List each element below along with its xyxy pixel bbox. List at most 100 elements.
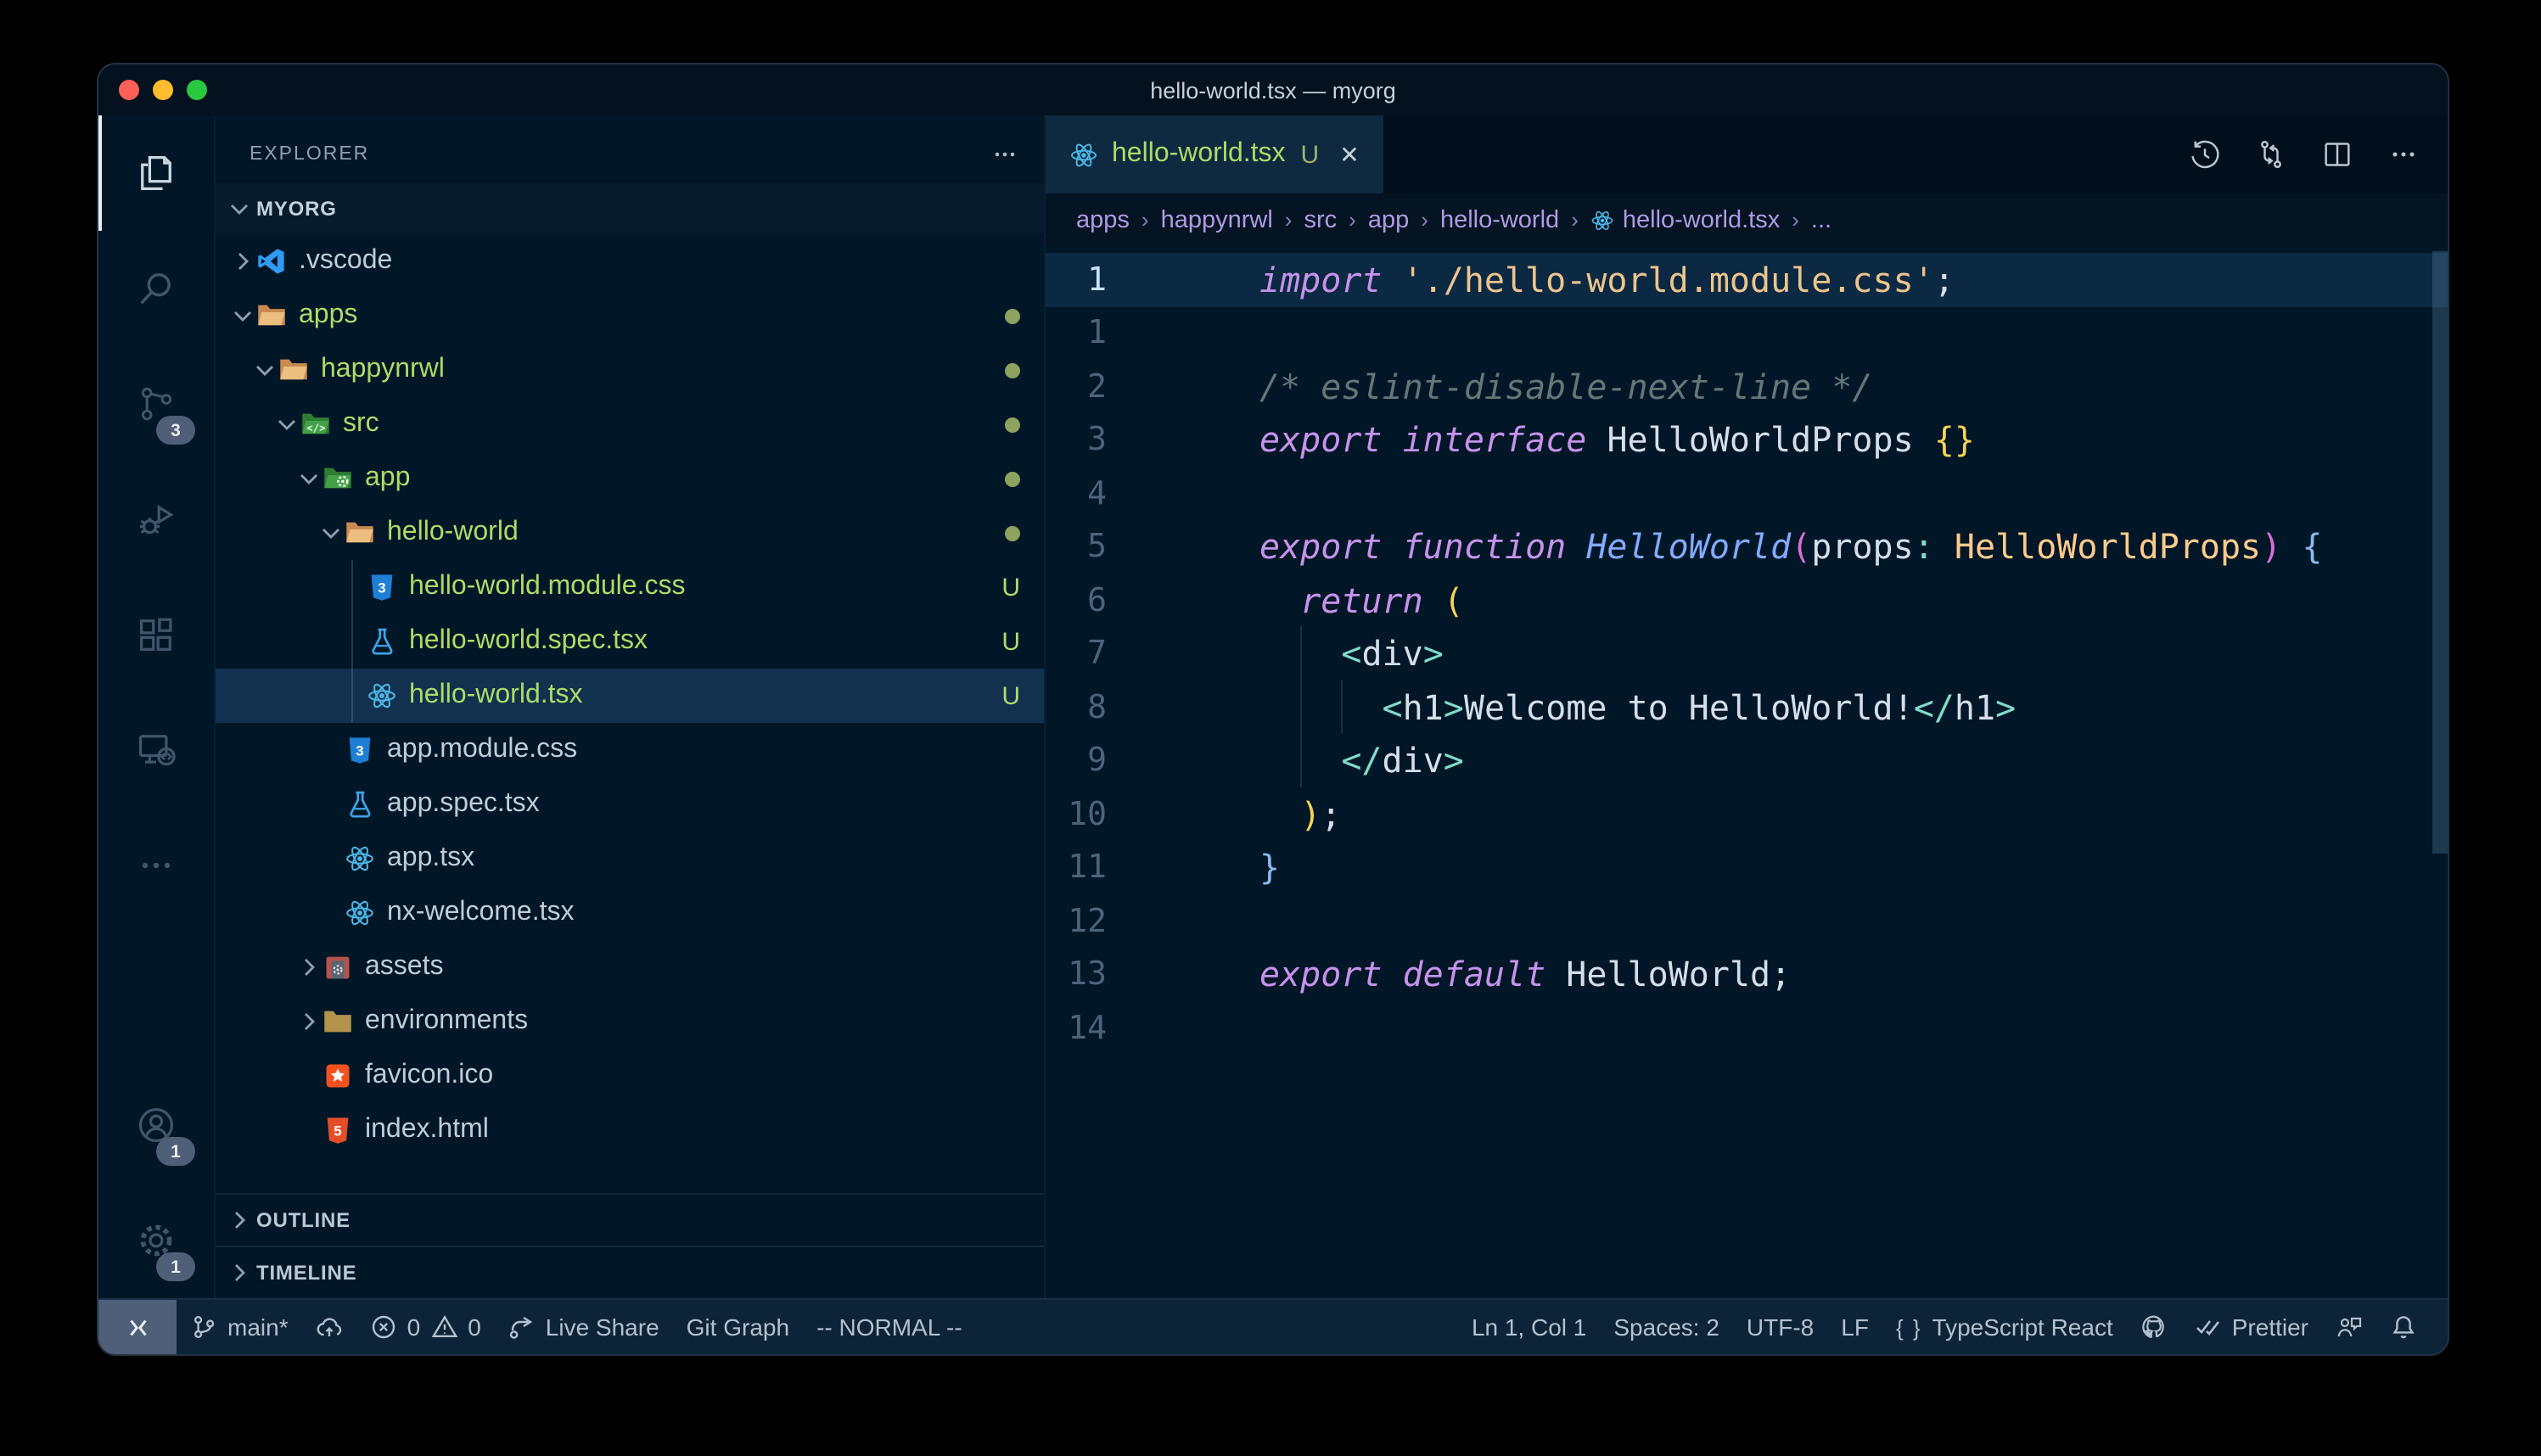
tree-item-label: app.tsx bbox=[387, 843, 474, 874]
status-sync[interactable] bbox=[302, 1300, 356, 1354]
status-copilot[interactable] bbox=[2127, 1300, 2181, 1354]
activity-extensions[interactable] bbox=[98, 577, 214, 692]
status-problems[interactable]: 00 bbox=[356, 1300, 495, 1354]
tree-item-app-spec-tsx[interactable]: app.spec.tsx bbox=[216, 777, 1044, 832]
activity-accounts[interactable]: 1 bbox=[98, 1067, 214, 1183]
explorer-more-actions-icon[interactable] bbox=[990, 139, 1020, 170]
folder-app-icon bbox=[323, 463, 353, 494]
history-icon[interactable] bbox=[2188, 137, 2222, 171]
breadcrumb-item-hello-world[interactable]: hello-world bbox=[1440, 206, 1559, 233]
split-editor-icon[interactable] bbox=[2320, 137, 2354, 171]
activity-source-control[interactable]: 3 bbox=[98, 346, 214, 462]
breadcrumb-item-hello-world-tsx[interactable]: hello-world.tsx bbox=[1590, 206, 1780, 233]
activity-settings[interactable]: 1 bbox=[98, 1183, 214, 1298]
tree-item-index-html[interactable]: 5index.html bbox=[216, 1103, 1044, 1157]
breadcrumb-separator: › bbox=[1141, 207, 1149, 232]
status-indentation[interactable]: Spaces: 2 bbox=[1600, 1300, 1733, 1354]
status-label: 0 bbox=[407, 1313, 421, 1341]
chevron-right-icon bbox=[226, 1207, 253, 1234]
tree-item-app-module-css[interactable]: 3app.module.css bbox=[216, 723, 1044, 777]
breadcrumb-item-happynrwl[interactable]: happynrwl bbox=[1161, 206, 1273, 233]
live-share-icon bbox=[508, 1313, 536, 1341]
status-label: main* bbox=[227, 1313, 289, 1341]
line-number: 5 bbox=[1046, 529, 1120, 566]
explorer-title: EXPLORER bbox=[250, 144, 369, 165]
git-modified-dot bbox=[1005, 525, 1020, 540]
git-modified-dot bbox=[1005, 362, 1020, 378]
activity-search[interactable] bbox=[98, 231, 214, 346]
status-eol[interactable]: LF bbox=[1827, 1300, 1882, 1354]
tree-item-hello-world[interactable]: hello-world bbox=[216, 506, 1044, 560]
css-icon: 3 bbox=[345, 735, 375, 765]
tree-item-app-tsx[interactable]: app.tsx bbox=[216, 832, 1044, 886]
status-language-mode[interactable]: { }TypeScript React bbox=[1882, 1300, 2127, 1354]
tree-item-favicon-ico[interactable]: favicon.ico bbox=[216, 1049, 1044, 1103]
tree-item--vscode[interactable]: .vscode bbox=[216, 234, 1044, 288]
status-notifications[interactable] bbox=[2376, 1300, 2431, 1354]
status-prettier[interactable]: Prettier bbox=[2181, 1300, 2322, 1354]
tree-item-assets[interactable]: assets bbox=[216, 940, 1044, 994]
zoom-window-button[interactable] bbox=[187, 80, 207, 100]
minimize-window-button[interactable] bbox=[153, 80, 173, 100]
tree-item-label: favicon.ico bbox=[365, 1061, 493, 1091]
chevron-down-icon bbox=[273, 411, 300, 438]
editor-scrollbar[interactable] bbox=[2432, 251, 2448, 854]
activity-bar: 3 11 bbox=[98, 115, 216, 1298]
tree-item-nx-welcome-tsx[interactable]: nx-welcome.tsx bbox=[216, 886, 1044, 940]
activity-more-views[interactable] bbox=[98, 808, 214, 923]
close-window-button[interactable] bbox=[119, 80, 139, 100]
activity-run-debug[interactable] bbox=[98, 462, 214, 577]
breadcrumb-label: hello-world.tsx bbox=[1623, 206, 1780, 233]
panel-timeline[interactable]: TIMELINE bbox=[216, 1246, 1044, 1298]
tree-indent-guide bbox=[351, 560, 353, 723]
activity-remote-explorer[interactable] bbox=[98, 692, 214, 808]
git-untracked-badge: U bbox=[1001, 627, 1020, 656]
git-modified-dot bbox=[1005, 308, 1020, 323]
status-remote[interactable] bbox=[98, 1300, 177, 1354]
activity-explorer[interactable] bbox=[98, 115, 214, 231]
tree-item-hello-world-spec-tsx[interactable]: hello-world.spec.tsxU bbox=[216, 614, 1044, 669]
tree-item-src[interactable]: </>src bbox=[216, 397, 1044, 451]
line-number: 1 bbox=[1046, 315, 1120, 352]
breadcrumb-item-apps[interactable]: apps bbox=[1076, 206, 1130, 233]
compare-icon[interactable] bbox=[2254, 137, 2288, 171]
tab-hello-world-tsx[interactable]: hello-world.tsx U ✕ bbox=[1046, 115, 1383, 193]
remote-explorer-icon bbox=[134, 728, 178, 772]
tree-item-app[interactable]: app bbox=[216, 451, 1044, 506]
status-label: 0 bbox=[468, 1313, 481, 1341]
close-tab-icon[interactable]: ✕ bbox=[1339, 143, 1359, 166]
ellipsis-icon[interactable] bbox=[2387, 137, 2420, 171]
breadcrumb-item-app[interactable]: app bbox=[1368, 206, 1409, 233]
react-icon bbox=[345, 898, 375, 928]
breadcrumb-separator: › bbox=[1792, 207, 1799, 232]
line-number: 8 bbox=[1046, 689, 1120, 726]
breadcrumb-item-src[interactable]: src bbox=[1304, 206, 1337, 233]
status-label: Git Graph bbox=[687, 1313, 789, 1341]
tree-item-happynrwl[interactable]: happynrwl bbox=[216, 343, 1044, 397]
sidebar-panels: OUTLINETIMELINE bbox=[216, 1193, 1044, 1298]
chevron-right-icon bbox=[226, 1259, 253, 1286]
chevron-spacer bbox=[339, 682, 367, 709]
status-live-share[interactable]: Live Share bbox=[495, 1300, 673, 1354]
status-label: -- NORMAL -- bbox=[816, 1313, 962, 1341]
tree-item-hello-world-module-css[interactable]: 3hello-world.module.cssU bbox=[216, 560, 1044, 614]
status-vim-mode[interactable]: -- NORMAL -- bbox=[803, 1300, 976, 1354]
code-line: 14 bbox=[1046, 1001, 2448, 1055]
code-editor[interactable]: 1import './hello-world.module.css';12/* … bbox=[1046, 246, 2448, 1298]
panel-outline[interactable]: OUTLINE bbox=[216, 1193, 1044, 1246]
code-line: 2/* eslint-disable-next-line */ bbox=[1046, 360, 2448, 413]
status-feedback[interactable] bbox=[2322, 1300, 2376, 1354]
status-git-graph[interactable]: Git Graph bbox=[673, 1300, 803, 1354]
status-cursor-position[interactable]: Ln 1, Col 1 bbox=[1458, 1300, 1600, 1354]
tree-item-environments[interactable]: environments bbox=[216, 994, 1044, 1049]
status-branch[interactable]: main* bbox=[177, 1300, 302, 1354]
git-untracked-badge: U bbox=[1001, 681, 1020, 710]
tree-item-apps[interactable]: apps bbox=[216, 288, 1044, 343]
tree-item-hello-world-tsx[interactable]: hello-world.tsxU bbox=[216, 669, 1044, 723]
folder-src-icon: </> bbox=[300, 409, 331, 440]
workspace-section-myorg[interactable]: MYORG bbox=[216, 183, 1044, 234]
code-line: 9 </div> bbox=[1046, 734, 2448, 787]
breadcrumb-item--[interactable]: ... bbox=[1811, 206, 1831, 233]
chevron-down-icon bbox=[251, 356, 278, 384]
status-encoding[interactable]: UTF-8 bbox=[1733, 1300, 1827, 1354]
